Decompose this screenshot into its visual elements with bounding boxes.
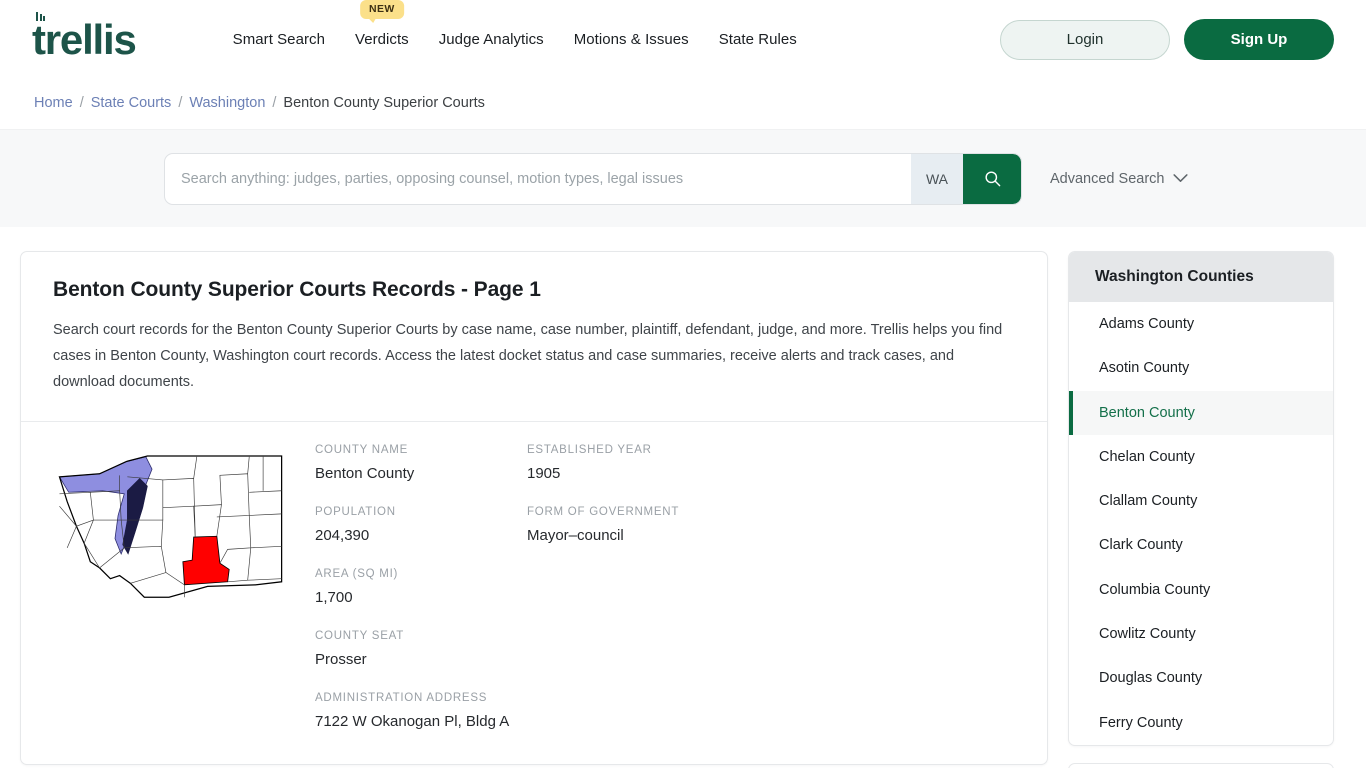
field-label: ADMINISTRATION ADDRESS bbox=[315, 692, 488, 705]
breadcrumb-item-current: Benton County Superior Courts bbox=[283, 95, 485, 111]
chevron-down-icon bbox=[1173, 174, 1189, 182]
sidebar-item-label: Clark County bbox=[1099, 537, 1183, 554]
county-records-card: Benton County Superior Courts Records - … bbox=[20, 251, 1048, 766]
sidebar-item-clark-county[interactable]: Clark County bbox=[1069, 523, 1333, 567]
page-description: Search court records for the Benton Coun… bbox=[53, 322, 1003, 390]
nav-item-verdicts[interactable]: NEW Verdicts bbox=[340, 0, 424, 54]
sidebar-item-label: Adams County bbox=[1099, 316, 1195, 332]
advanced-search-label: Advanced Search bbox=[1050, 170, 1165, 187]
breadcrumb-item-washington[interactable]: Washington bbox=[189, 95, 265, 111]
sidebar-item-benton-county[interactable]: Benton County bbox=[1069, 390, 1333, 435]
field-value: 204,390 bbox=[315, 527, 370, 545]
field-area: AREA (SQ MI) 1,700 bbox=[315, 568, 527, 606]
breadcrumb-separator: / bbox=[79, 95, 84, 111]
nav-label: Judge Analytics bbox=[438, 31, 544, 48]
signup-button[interactable]: Sign Up bbox=[1184, 19, 1334, 60]
sidebar-item-asotin-county[interactable]: Asotin County bbox=[1069, 346, 1333, 390]
sidebar-item-label: Ferry County bbox=[1099, 714, 1183, 731]
nav-label: State Rules bbox=[718, 31, 797, 48]
sidebar-item-label: Clallam County bbox=[1099, 493, 1198, 510]
sidebar: Washington Counties Adams County Asotin … bbox=[1068, 251, 1334, 768]
new-badge: NEW bbox=[359, 0, 404, 24]
sidebar-title: Washington Counties bbox=[1069, 252, 1333, 302]
field-label: ESTABLISHED YEAR bbox=[527, 444, 652, 457]
benton-county-highlight bbox=[182, 536, 230, 586]
field-value: Benton County bbox=[315, 465, 415, 483]
breadcrumb-item-state-courts[interactable]: State Courts bbox=[91, 95, 172, 111]
field-value: 7122 W Okanogan Pl, Bldg A bbox=[315, 713, 510, 731]
sidebar-item-ferry-county[interactable]: Ferry County bbox=[1069, 701, 1333, 745]
trellis-logo[interactable]: trellis bbox=[32, 11, 137, 63]
field-label: COUNTY SEAT bbox=[315, 630, 404, 643]
sidebar-item-adams-county[interactable]: Adams County bbox=[1069, 302, 1333, 346]
sidebar-item-cowlitz-county[interactable]: Cowlitz County bbox=[1069, 612, 1333, 656]
page-body: Benton County Superior Courts Records - … bbox=[0, 227, 1366, 768]
login-button[interactable]: Login bbox=[1000, 19, 1170, 60]
washington-counties-card: Washington Counties Adams County Asotin … bbox=[1068, 251, 1334, 746]
sidebar-item-douglas-county[interactable]: Douglas County bbox=[1069, 656, 1333, 700]
county-fields-left: COUNTY NAME Benton County POPULATION 204… bbox=[315, 444, 527, 754]
nav-item-smart-search[interactable]: Smart Search bbox=[218, 25, 340, 54]
secondary-sidebar-card bbox=[1068, 762, 1334, 768]
field-label: FORM OF GOVERNMENT bbox=[527, 506, 680, 519]
nav-label: Smart Search bbox=[232, 31, 325, 48]
field-administration-address: ADMINISTRATION ADDRESS 7122 W Okanogan P… bbox=[315, 692, 527, 730]
magnifier-icon bbox=[984, 171, 1000, 187]
logo-text: trellis bbox=[32, 15, 137, 63]
sidebar-item-label: Chelan County bbox=[1099, 448, 1195, 465]
search-submit-button[interactable] bbox=[963, 153, 1021, 204]
field-value: Prosser bbox=[315, 651, 367, 669]
field-form-of-government: FORM OF GOVERNMENT Mayor–council bbox=[527, 506, 857, 544]
sidebar-item-label: Asotin County bbox=[1099, 360, 1190, 377]
search-input[interactable] bbox=[165, 153, 911, 204]
card-header: Benton County Superior Courts Records - … bbox=[21, 252, 1047, 421]
nav-item-motions-issues[interactable]: Motions & Issues bbox=[559, 25, 704, 54]
search-wrapper: WA Advanced Search bbox=[164, 152, 1189, 205]
search-band: WA Advanced Search bbox=[0, 129, 1366, 227]
state-filter-badge[interactable]: WA bbox=[911, 153, 963, 204]
field-label: AREA (SQ MI) bbox=[315, 568, 399, 581]
header-actions: Login Sign Up bbox=[1000, 19, 1334, 60]
breadcrumb-separator: / bbox=[272, 95, 277, 111]
sidebar-item-label: Douglas County bbox=[1099, 670, 1203, 687]
sidebar-item-label: Cowlitz County bbox=[1099, 626, 1196, 643]
nav-item-state-rules[interactable]: State Rules bbox=[704, 25, 812, 54]
sidebar-item-chelan-county[interactable]: Chelan County bbox=[1069, 435, 1333, 479]
county-map-container bbox=[53, 444, 305, 754]
sidebar-item-columbia-county[interactable]: Columbia County bbox=[1069, 568, 1333, 612]
breadcrumb: Home / State Courts / Washington / Bento… bbox=[0, 79, 1366, 129]
field-label: POPULATION bbox=[315, 506, 396, 519]
sidebar-item-clallam-county[interactable]: Clallam County bbox=[1069, 479, 1333, 523]
breadcrumb-separator: / bbox=[178, 95, 183, 111]
nav-label: Motions & Issues bbox=[573, 31, 689, 48]
field-value: Mayor–council bbox=[527, 527, 624, 545]
sidebar-item-label: Benton County bbox=[1099, 404, 1195, 421]
county-details: COUNTY NAME Benton County POPULATION 204… bbox=[21, 422, 1047, 764]
logo-mark-icon bbox=[36, 11, 45, 21]
field-county-name: COUNTY NAME Benton County bbox=[315, 444, 527, 482]
sidebar-item-label: Columbia County bbox=[1099, 581, 1211, 598]
nav-label: Verdicts bbox=[354, 31, 409, 48]
field-label: COUNTY NAME bbox=[315, 444, 409, 457]
field-value: 1,700 bbox=[315, 589, 353, 607]
county-fields-right: ESTABLISHED YEAR 1905 FORM OF GOVERNMENT… bbox=[527, 444, 857, 754]
advanced-search-toggle[interactable]: Advanced Search bbox=[1050, 170, 1189, 187]
main-navigation: Smart Search NEW Verdicts Judge Analytic… bbox=[218, 0, 812, 79]
county-fields: COUNTY NAME Benton County POPULATION 204… bbox=[305, 444, 1015, 754]
field-county-seat: COUNTY SEAT Prosser bbox=[315, 630, 527, 668]
breadcrumb-item-home[interactable]: Home bbox=[34, 95, 73, 111]
washington-county-map bbox=[58, 455, 283, 599]
field-value: 1905 bbox=[527, 465, 561, 483]
field-population: POPULATION 204,390 bbox=[315, 506, 527, 544]
site-header: trellis Smart Search NEW Verdicts Judge … bbox=[0, 0, 1366, 79]
page-title: Benton County Superior Courts Records - … bbox=[53, 278, 541, 301]
search-box: WA bbox=[164, 152, 1022, 205]
field-established-year: ESTABLISHED YEAR 1905 bbox=[527, 444, 857, 482]
nav-item-judge-analytics[interactable]: Judge Analytics bbox=[424, 25, 559, 54]
